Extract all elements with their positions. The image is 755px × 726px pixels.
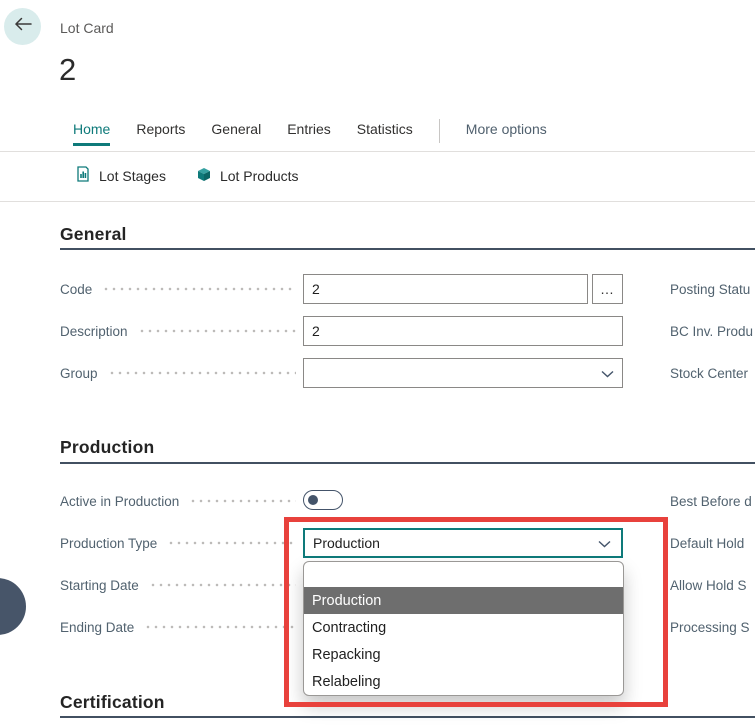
back-button[interactable] xyxy=(4,8,41,45)
chevron-down-icon xyxy=(601,365,614,381)
production-type-label-row: Production Type xyxy=(60,528,296,558)
group-label: Group xyxy=(60,366,98,381)
dropdown-option-contracting[interactable]: Contracting xyxy=(304,614,623,641)
tab-general[interactable]: General xyxy=(211,121,261,143)
general-section-title: General xyxy=(60,224,127,245)
dotted-leader xyxy=(149,570,296,600)
lot-products-button[interactable]: Lot Products xyxy=(196,166,299,185)
tab-entries[interactable]: Entries xyxy=(287,121,331,143)
dotted-leader xyxy=(144,612,296,642)
production-type-dropdown-list: Production Contracting Repacking Relabel… xyxy=(303,561,624,696)
dropdown-option-blank[interactable] xyxy=(304,562,623,587)
dropdown-option-repacking[interactable]: Repacking xyxy=(304,641,623,668)
tab-reports[interactable]: Reports xyxy=(136,121,185,143)
processing-label: Processing S xyxy=(670,612,755,642)
lot-stages-label: Lot Stages xyxy=(99,168,166,184)
group-field-label-row: Group xyxy=(60,358,296,388)
dotted-leader xyxy=(108,358,296,388)
back-arrow-icon xyxy=(14,16,32,37)
tab-separator xyxy=(439,119,440,143)
lot-card-page: Lot Card 2 Home Reports General Entries … xyxy=(0,0,755,726)
production-type-select[interactable]: Production xyxy=(303,528,623,558)
active-in-production-label: Active in Production xyxy=(60,494,179,509)
divider-under-tabs xyxy=(0,151,755,152)
starting-date-label: Starting Date xyxy=(60,578,139,593)
group-select[interactable] xyxy=(303,358,623,388)
document-chart-icon xyxy=(75,166,91,185)
best-before-label: Best Before d xyxy=(670,486,755,516)
description-field-label-row: Description xyxy=(60,316,296,346)
certification-section-rule xyxy=(60,716,755,718)
production-type-value: Production xyxy=(313,535,380,551)
ending-date-label: Ending Date xyxy=(60,620,134,635)
code-input[interactable] xyxy=(303,274,588,304)
dotted-leader xyxy=(167,528,296,558)
allow-hold-label: Allow Hold S xyxy=(670,570,755,600)
chevron-down-icon xyxy=(598,535,611,551)
production-section-title: Production xyxy=(60,437,154,458)
default-hold-label: Default Hold xyxy=(670,528,755,558)
dotted-leader xyxy=(102,274,296,304)
certification-section-title: Certification xyxy=(60,692,165,713)
description-input[interactable] xyxy=(303,316,623,346)
posting-status-label: Posting Statu xyxy=(670,274,755,304)
page-title: 2 xyxy=(59,52,76,88)
ending-date-label-row: Ending Date xyxy=(60,612,296,642)
general-section-rule xyxy=(60,248,755,250)
active-in-production-label-row: Active in Production xyxy=(60,486,296,516)
edge-floating-button[interactable] xyxy=(0,578,26,635)
lot-stages-button[interactable]: Lot Stages xyxy=(75,166,166,185)
ribbon-tabbar: Home Reports General Entries Statistics … xyxy=(73,121,547,146)
production-section-rule xyxy=(60,462,755,464)
description-label: Description xyxy=(60,324,128,339)
code-label: Code xyxy=(60,282,92,297)
active-in-production-toggle[interactable] xyxy=(303,490,343,510)
code-assist-edit-button[interactable]: … xyxy=(592,274,623,304)
production-type-label: Production Type xyxy=(60,536,157,551)
bc-inv-product-label: BC Inv. Produ xyxy=(670,316,755,346)
stock-center-label: Stock Center xyxy=(670,358,755,388)
cube-icon xyxy=(196,166,212,185)
code-field-label-row: Code xyxy=(60,274,296,304)
tab-statistics[interactable]: Statistics xyxy=(357,121,413,143)
divider-under-actions xyxy=(0,201,755,202)
action-bar: Lot Stages Lot Products xyxy=(75,166,299,185)
dropdown-option-relabeling[interactable]: Relabeling xyxy=(304,668,623,695)
tab-home[interactable]: Home xyxy=(73,121,110,146)
toggle-knob xyxy=(308,495,318,505)
more-options-button[interactable]: More options xyxy=(466,121,547,137)
dropdown-option-production[interactable]: Production xyxy=(304,587,623,614)
starting-date-label-row: Starting Date xyxy=(60,570,296,600)
page-caption: Lot Card xyxy=(60,20,114,36)
lot-products-label: Lot Products xyxy=(220,168,299,184)
dotted-leader xyxy=(189,486,296,516)
dotted-leader xyxy=(138,316,296,346)
